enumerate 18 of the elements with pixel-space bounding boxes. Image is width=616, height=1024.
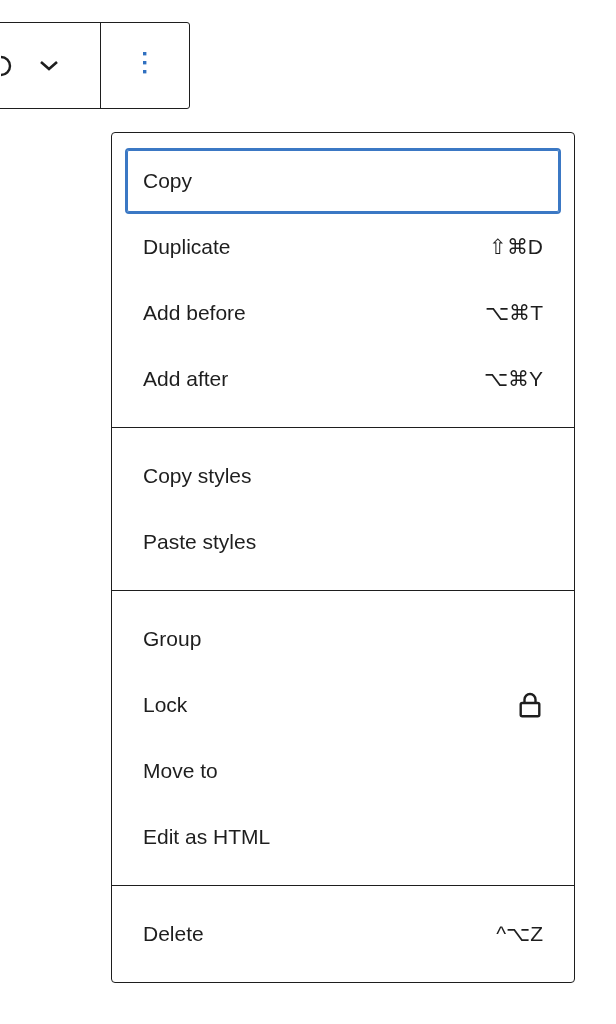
menu-item[interactable]: Add after ⌥⌘Y (125, 346, 561, 412)
chevron-down-icon (39, 59, 59, 72)
menu-item[interactable]: Duplicate ⇧⌘D (125, 214, 561, 280)
menu-item[interactable]: Lock (125, 672, 561, 738)
menu-item[interactable]: Delete ^⌥Z (125, 901, 561, 967)
menu-item[interactable]: Edit as HTML (125, 804, 561, 870)
shortcut-text: ⌥⌘T (485, 301, 543, 325)
menu-item[interactable]: Copy (125, 148, 561, 214)
menu-item[interactable]: Move to (125, 738, 561, 804)
menu-item[interactable]: Paste styles (125, 509, 561, 575)
shortcut-text: ^⌥Z (496, 922, 543, 946)
padlock-icon (519, 692, 541, 718)
shortcut-text: ⌥⌘Y (484, 367, 543, 391)
menu-item[interactable]: Add before ⌥⌘T (125, 280, 561, 346)
vertical-ellipsis-icon (143, 51, 147, 74)
menu-item[interactable]: Group (125, 606, 561, 672)
menu-item[interactable]: Copy styles (125, 443, 561, 509)
shortcut-text: ⇧⌘D (488, 235, 543, 259)
